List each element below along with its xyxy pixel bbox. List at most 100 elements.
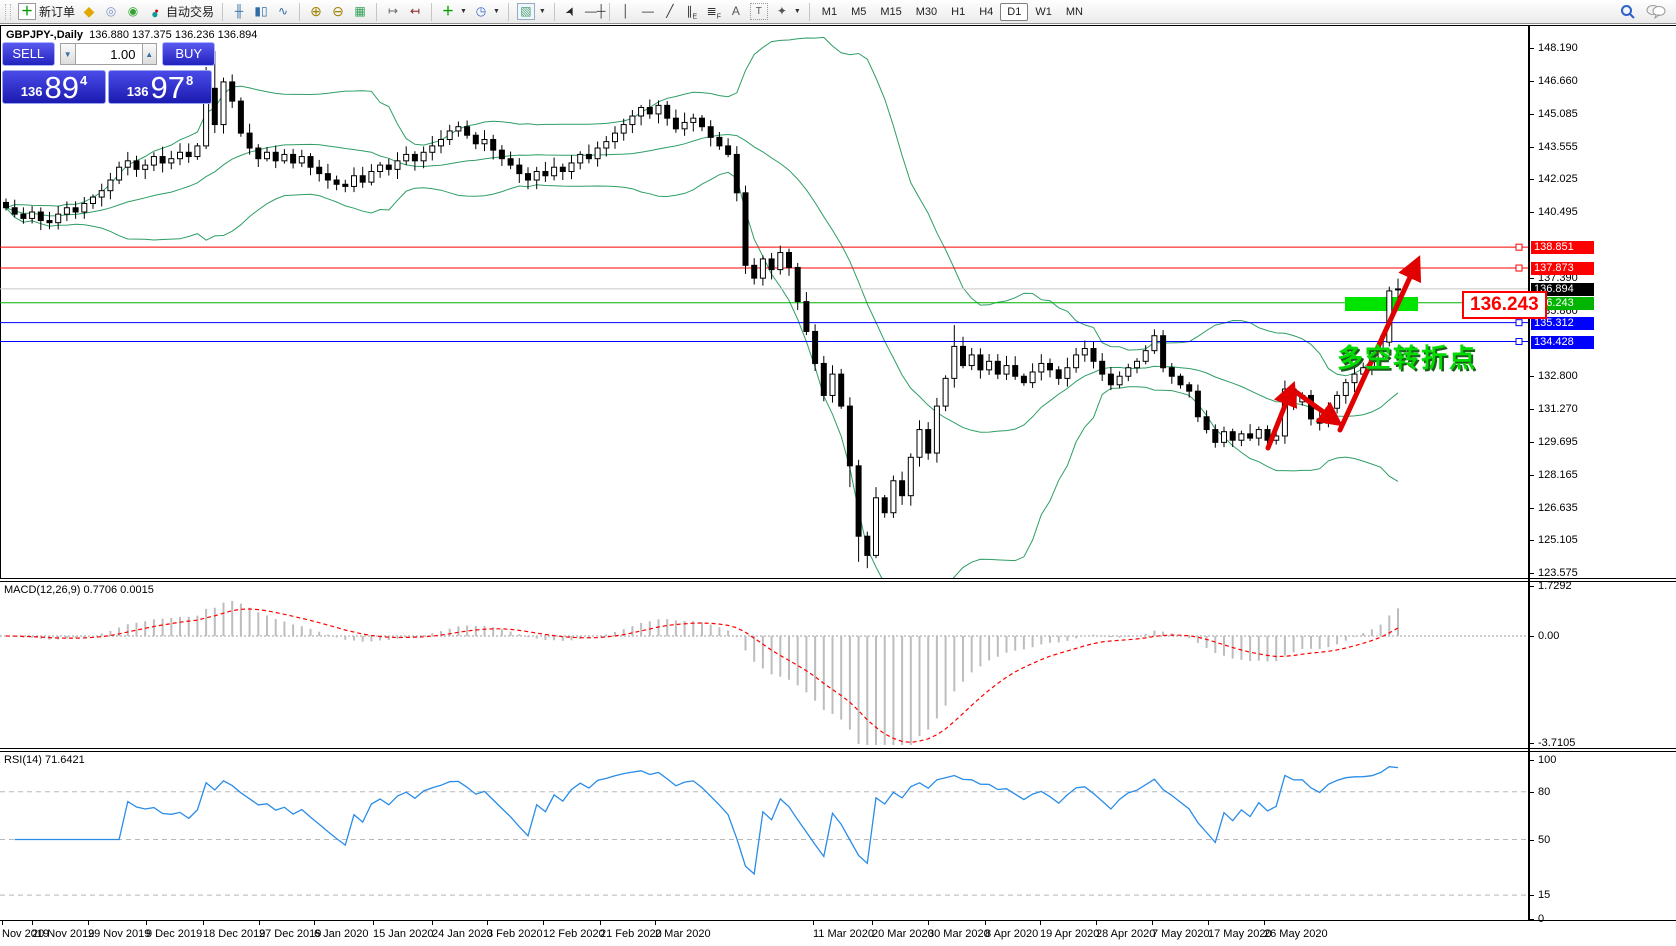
candle xyxy=(11,207,18,215)
candle xyxy=(1186,384,1193,392)
metaeditor-button[interactable]: ◆ xyxy=(78,3,100,20)
sell-price-panel[interactable]: 136 89 4 xyxy=(2,70,106,104)
candle xyxy=(63,207,70,215)
level-handle[interactable] xyxy=(1515,264,1523,272)
candle xyxy=(768,258,775,271)
volume-increase-button[interactable]: ▲ xyxy=(141,43,158,65)
candle xyxy=(1212,429,1219,443)
zoom-out-button[interactable]: ⊖ xyxy=(327,3,349,20)
timeframe-m1[interactable]: M1 xyxy=(815,3,844,21)
cursor-tool-button[interactable]: ➤ xyxy=(560,3,582,20)
candle xyxy=(3,201,9,209)
level-handle[interactable] xyxy=(1515,338,1523,346)
timeframe-h4[interactable]: H4 xyxy=(972,3,1000,21)
buy-price-panel[interactable]: 136 97 8 xyxy=(108,70,212,104)
tile-windows-button[interactable]: ▦ xyxy=(349,3,371,20)
volume-decrease-button[interactable]: ▼ xyxy=(59,43,76,65)
timeframe-h1[interactable]: H1 xyxy=(944,3,972,21)
candle xyxy=(568,162,575,172)
date-tick-mark xyxy=(985,921,986,925)
date-label: 18 Dec 2019 xyxy=(203,928,266,940)
candle xyxy=(655,104,662,115)
candle xyxy=(107,179,114,192)
candle xyxy=(933,405,940,454)
candle xyxy=(525,173,531,181)
timeframe-m30[interactable]: M30 xyxy=(909,3,944,21)
axis-tick-mark xyxy=(1530,636,1534,637)
chat-icon[interactable] xyxy=(1646,4,1666,19)
auto-scroll-button[interactable]: ↤ xyxy=(404,3,426,20)
ohlc-close: 136.894 xyxy=(217,29,258,41)
level-handle[interactable] xyxy=(1515,243,1523,251)
candle xyxy=(638,107,645,117)
toolbar-separator xyxy=(507,2,509,21)
date-label: 26 May 2020 xyxy=(1264,928,1328,940)
candle xyxy=(942,377,949,407)
text-tool-button[interactable]: A xyxy=(725,3,747,20)
pane-separator[interactable] xyxy=(0,751,1676,752)
toolbar-separator xyxy=(376,2,378,21)
chevron-down-icon: ▼ xyxy=(793,8,801,15)
turning-point-text[interactable]: 多空转折点 xyxy=(1337,338,1477,375)
chart-shift-button[interactable]: ↦ xyxy=(382,3,404,20)
community-button[interactable]: ◎ xyxy=(100,3,122,20)
vertical-line-button[interactable]: │ xyxy=(615,3,637,20)
volume-input[interactable] xyxy=(75,43,142,65)
fibonacci-button[interactable]: ≣F xyxy=(703,3,725,20)
chart-top-border xyxy=(0,25,1676,26)
templates-button[interactable]: ▧ ▼ xyxy=(514,2,549,21)
text-label-button[interactable]: T xyxy=(747,2,771,21)
signals-button[interactable]: ◉ xyxy=(122,3,144,20)
highlight-zone-rect[interactable] xyxy=(1345,297,1418,311)
timeframe-w1[interactable]: W1 xyxy=(1028,3,1059,21)
periods-button[interactable]: ◷ ▼ xyxy=(470,3,503,20)
trend-arrow[interactable] xyxy=(1293,389,1344,427)
rsi-axis-80: 80 xyxy=(1538,785,1551,798)
level-handle[interactable] xyxy=(1515,319,1523,327)
date-tick-mark xyxy=(432,921,433,925)
buy-button[interactable]: BUY xyxy=(162,42,215,66)
candle xyxy=(742,192,749,266)
axis-tick-mark xyxy=(1530,408,1534,410)
candle xyxy=(472,134,479,145)
trendline-button[interactable]: ╱ xyxy=(659,3,681,20)
date-label: 8 Apr 2020 xyxy=(985,928,1039,940)
autotrading-button[interactable]: ●● 自动交易 xyxy=(144,2,217,21)
zoom-in-button[interactable]: ⊕ xyxy=(305,3,327,20)
candle xyxy=(864,535,871,556)
timeframe-mn[interactable]: MN xyxy=(1059,3,1090,21)
indicators-button[interactable]: ＋ ▼ xyxy=(437,3,470,20)
crosshair-tool-button[interactable]: —┼ xyxy=(582,3,606,20)
sell-button[interactable]: SELL xyxy=(2,42,55,66)
date-label: 24 Jan 2020 xyxy=(432,928,493,940)
trend-arrow[interactable] xyxy=(1265,381,1298,451)
rsi-axis-100: 100 xyxy=(1538,754,1557,766)
pane-separator[interactable] xyxy=(0,581,1676,582)
fibonacci-icon: ≣F xyxy=(706,4,722,21)
candle xyxy=(498,149,505,160)
candlestick-chart-button[interactable]: ▮▯ xyxy=(250,3,272,20)
search-icon[interactable] xyxy=(1620,4,1636,20)
timeframe-m15[interactable]: M15 xyxy=(873,3,908,21)
horizontal-line-button[interactable]: — xyxy=(637,3,659,20)
timeframe-d1[interactable]: D1 xyxy=(1000,2,1029,21)
channel-icon: ∥E xyxy=(686,4,698,21)
pane-separator[interactable] xyxy=(0,748,1676,749)
candle xyxy=(1229,431,1236,441)
level-price-callout[interactable]: 136.243 xyxy=(1462,291,1547,319)
candle xyxy=(1168,367,1175,377)
candle xyxy=(1203,416,1210,431)
date-tick-mark xyxy=(146,921,147,925)
bar-chart-button[interactable]: ╫ xyxy=(228,3,250,20)
date-label: 3 Feb 2020 xyxy=(487,928,543,940)
arrows-tool-button[interactable]: ✦ ▼ xyxy=(771,3,804,20)
timeframe-m5[interactable]: M5 xyxy=(844,3,873,21)
line-chart-button[interactable]: ∿ xyxy=(272,3,294,20)
candle xyxy=(81,202,88,213)
channel-button[interactable]: ∥E xyxy=(681,3,703,20)
zoom-out-icon: ⊖ xyxy=(332,3,344,19)
candle xyxy=(298,156,305,164)
new-order-button[interactable]: ＋ 新订单 xyxy=(15,2,78,21)
candle xyxy=(577,153,584,164)
pane-separator[interactable] xyxy=(0,578,1676,579)
